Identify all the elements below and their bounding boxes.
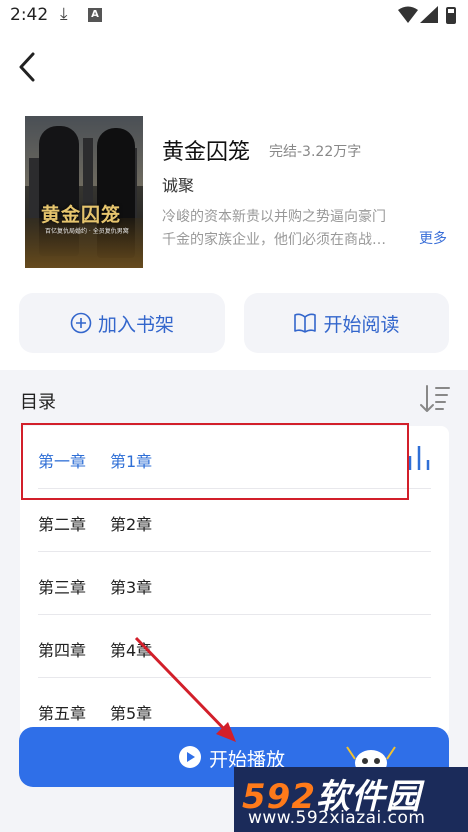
description-line: 冷峻的资本新贵以并购之势逼向豪门 bbox=[162, 209, 386, 225]
logo-url: www.592xiazai.com bbox=[248, 808, 426, 828]
description-line: 千金的家族企业，他们必须在商战… bbox=[162, 232, 386, 248]
chapter-number: 第一章 bbox=[38, 452, 87, 471]
book-status: 完结-3.22万字 bbox=[269, 144, 362, 160]
status-time: 2:42 bbox=[10, 5, 49, 25]
a-badge-icon: A bbox=[88, 8, 102, 22]
status-bar: 2:42 ⤓ A bbox=[0, 0, 468, 32]
chapter-title: 第2章 bbox=[110, 515, 153, 534]
now-playing-icon bbox=[408, 446, 430, 470]
add-to-shelf-label: 加入书架 bbox=[97, 313, 174, 336]
chapter-item[interactable]: 第一章 第1章 bbox=[38, 426, 431, 489]
chapter-title: 第4章 bbox=[110, 641, 153, 660]
wifi-icon bbox=[398, 6, 418, 23]
chapter-number: 第二章 bbox=[38, 515, 87, 534]
play-circle-icon bbox=[179, 746, 201, 768]
download-icon: ⤓ bbox=[60, 4, 68, 24]
cover-title: 黄金囚笼 bbox=[41, 204, 122, 226]
chapter-item[interactable]: 第四章 第4章 bbox=[38, 615, 431, 678]
chapter-title: 第3章 bbox=[110, 578, 153, 597]
open-book-icon bbox=[294, 313, 317, 333]
book-info-card: 黄金囚笼 百亿复仇局婚约 · 全员复仇男窝 黄金囚笼 完结-3.22万字 诚聚 … bbox=[0, 104, 468, 370]
book-title: 黄金囚笼 bbox=[162, 140, 251, 165]
book-description: 冷峻的资本新贵以并购之势逼向豪门 千金的家族企业，他们必须在商战… bbox=[162, 206, 412, 252]
chapter-number: 第五章 bbox=[38, 704, 87, 723]
chapter-item[interactable]: 第三章 第3章 bbox=[38, 552, 431, 615]
start-reading-button[interactable]: 开始阅读 bbox=[244, 293, 449, 353]
toc-heading: 目录 bbox=[20, 392, 56, 413]
chapter-number: 第四章 bbox=[38, 641, 87, 660]
site-watermark-logo: 592软件园 www.592xiazai.com bbox=[234, 767, 468, 832]
battery-icon bbox=[446, 7, 456, 24]
book-cover[interactable]: 黄金囚笼 百亿复仇局婚约 · 全员复仇男窝 bbox=[25, 116, 143, 268]
signal-icon bbox=[420, 6, 438, 23]
start-reading-label: 开始阅读 bbox=[323, 313, 400, 336]
book-author: 诚聚 bbox=[162, 176, 195, 195]
chapter-item[interactable]: 第二章 第2章 bbox=[38, 489, 431, 552]
chapter-number: 第三章 bbox=[38, 578, 87, 597]
chapter-title: 第1章 bbox=[110, 452, 153, 471]
cover-subtitle: 百亿复仇局婚约 · 全员复仇男窝 bbox=[45, 228, 129, 235]
more-link[interactable]: 更多 bbox=[419, 228, 447, 248]
plus-circle-icon bbox=[70, 312, 92, 334]
top-bar bbox=[0, 32, 468, 104]
add-to-shelf-button[interactable]: 加入书架 bbox=[19, 293, 225, 353]
back-button[interactable] bbox=[14, 50, 42, 84]
chapter-list: 第一章 第1章 第二章 第2章 第三章 第3章 第四章 第4章 第五章 第5章 bbox=[20, 426, 449, 736]
sort-order-icon[interactable] bbox=[419, 383, 451, 415]
chapter-title: 第5章 bbox=[110, 704, 153, 723]
